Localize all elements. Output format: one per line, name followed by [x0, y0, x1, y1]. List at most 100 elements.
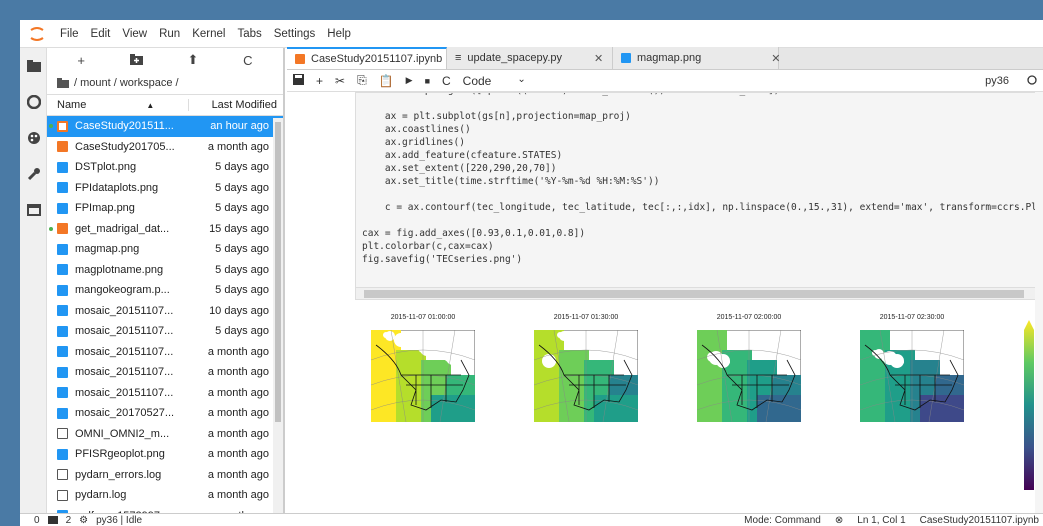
file-name: mosaic_20151107... — [75, 325, 174, 338]
cell-output: 2015-11-07 01:00:00 2015-11-07 01:30:00 20… — [347, 310, 1043, 510]
tec-map-plot — [697, 330, 801, 422]
terminals-count[interactable]: 0 — [34, 515, 40, 526]
file-modified: a month ago — [207, 140, 269, 153]
file-list-scrollbar[interactable] — [273, 118, 283, 513]
upload-button[interactable]: ⬆ — [188, 52, 199, 68]
file-item[interactable]: mosaic_20151107... a month ago — [47, 342, 283, 363]
file-browser-toolbar: + ⬆ C — [47, 48, 283, 72]
file-item[interactable]: mosaic_20151107... a month ago — [47, 362, 283, 383]
restart-icon[interactable]: C — [442, 74, 451, 88]
close-icon[interactable]: ✕ — [594, 52, 603, 65]
folder-icon[interactable] — [20, 48, 47, 84]
file-item[interactable]: mosaic_20151107... 5 days ago — [47, 321, 283, 342]
file-item[interactable]: pydarn_errors.log a month ago — [47, 465, 283, 486]
notebook-icon — [57, 223, 68, 235]
copy-icon[interactable]: ⎘ — [357, 73, 367, 88]
file-modified: 5 days ago — [215, 263, 269, 276]
refresh-button[interactable]: C — [243, 53, 252, 68]
palette-icon[interactable] — [20, 120, 47, 156]
new-folder-button[interactable] — [129, 53, 143, 68]
image-icon — [57, 264, 68, 276]
file-item[interactable]: magmap.png 5 days ago — [47, 239, 283, 260]
running-icon[interactable] — [20, 84, 47, 120]
code-line: ax.gridlines() — [362, 137, 465, 148]
file-item[interactable]: CaseStudy201511... an hour ago — [47, 116, 283, 137]
tabs-icon[interactable] — [20, 192, 47, 228]
text-file-icon — [57, 428, 68, 440]
menu-settings[interactable]: Settings — [268, 28, 322, 40]
folder-icon[interactable] — [57, 78, 69, 88]
notebook-scrollbar[interactable] — [1035, 92, 1043, 513]
file-modified: 5 days ago — [215, 284, 269, 297]
file-item[interactable]: radfovs_1572997...a month ago — [47, 506, 283, 513]
cursor-position[interactable]: Ln 1, Col 1 — [857, 515, 905, 526]
image-icon — [57, 346, 68, 358]
stop-icon[interactable]: ■ — [425, 76, 430, 86]
file-modified: a month ago — [207, 407, 269, 420]
file-item[interactable]: get_madrigal_dat... 15 days ago — [47, 219, 283, 240]
file-item[interactable]: mangokeogram.p... 5 days ago — [47, 280, 283, 301]
new-launcher-button[interactable]: + — [77, 53, 85, 68]
menu-edit[interactable]: Edit — [85, 28, 117, 40]
file-name: magplotname.png — [75, 263, 164, 276]
insert-cell-button[interactable]: + — [316, 74, 323, 88]
menu-view[interactable]: View — [116, 28, 153, 40]
menu-help[interactable]: Help — [321, 28, 357, 40]
image-icon — [57, 243, 68, 255]
bug-icon[interactable]: ⊗ — [835, 515, 843, 526]
menu-run[interactable]: Run — [153, 28, 186, 40]
menu-tabs[interactable]: Tabs — [231, 28, 267, 40]
file-name: pydarn.log — [75, 489, 127, 502]
file-item[interactable]: mosaic_20170527... a month ago — [47, 403, 283, 424]
file-modified: a month ago — [207, 345, 269, 358]
breadcrumb-path[interactable]: / mount / workspace / — [74, 77, 179, 89]
file-name: FPImap.png — [75, 202, 135, 215]
cut-icon[interactable]: ✂ — [335, 74, 345, 88]
code-line: ax.set_title(time.strftime('%Y-%m-%d %H:… — [362, 176, 660, 187]
menu-kernel[interactable]: Kernel — [186, 28, 231, 40]
paste-icon[interactable]: 📋 — [379, 74, 394, 88]
column-name-header[interactable]: Name ▲ — [57, 99, 188, 111]
tab-casestudy-notebook[interactable]: CaseStudy20151107.ipynb ✕ — [287, 47, 466, 69]
tab-update-spacepy[interactable]: ≡ update_spacepy.py ✕ — [447, 47, 613, 69]
cell-type-select[interactable]: Code ⌄ — [463, 74, 526, 88]
file-item[interactable]: magplotname.png 5 days ago — [47, 260, 283, 281]
status-bar: 0 2 ⚙ py36 | Idle Mode: Command ⊗ Ln 1, … — [20, 513, 1043, 526]
file-item[interactable]: DSTplot.png 5 days ago — [47, 157, 283, 178]
kernel-name[interactable]: py36 — [985, 75, 1015, 87]
image-icon — [57, 202, 68, 214]
file-item[interactable]: OMNI_OMNI2_m... a month ago — [47, 424, 283, 445]
run-icon[interactable]: ▶ — [406, 75, 413, 86]
menu-file[interactable]: File — [54, 28, 85, 40]
file-item[interactable]: pydarn.log a month ago — [47, 485, 283, 506]
file-modified: a month ago — [207, 468, 269, 481]
document-tabs: CaseStudy20151107.ipynb ✕ ≡ update_space… — [287, 47, 1043, 70]
file-item[interactable]: mosaic_20151107... a month ago — [47, 383, 283, 404]
file-modified: 5 days ago — [215, 181, 269, 194]
tab-label: CaseStudy20151107.ipynb — [311, 53, 443, 65]
kernels-count[interactable]: 2 — [66, 515, 72, 526]
kernel-status[interactable]: py36 | Idle — [96, 515, 142, 526]
file-modified: a month ago — [207, 427, 269, 440]
file-name: pydarn_errors.log — [75, 468, 162, 481]
save-icon[interactable] — [293, 73, 304, 88]
running-indicator — [49, 124, 53, 128]
file-name: mosaic_20151107... — [75, 345, 174, 358]
file-item[interactable]: mosaic_20151107... 10 days ago — [47, 301, 283, 322]
tab-magmap[interactable]: magmap.png ✕ — [613, 47, 780, 69]
file-name: mosaic_20151107... — [75, 366, 174, 379]
jupyter-logo-icon — [20, 20, 54, 48]
code-cell[interactable]: idx = np.argmin([np.abs((t-time).total_s… — [355, 92, 1043, 300]
file-item[interactable]: CaseStudy201705... a month ago — [47, 137, 283, 158]
wrench-icon[interactable] — [20, 156, 47, 192]
notebook-toolbar: + ✂ ⎘ 📋 ▶ ■ C Code ⌄ py36 — [287, 70, 1043, 92]
file-item[interactable]: PFISRgeoplot.png a month ago — [47, 444, 283, 465]
close-icon[interactable]: ✕ — [771, 52, 780, 65]
breadcrumb: / mount / workspace / — [47, 72, 283, 94]
column-modified-header[interactable]: Last Modified — [188, 99, 283, 111]
notebook-area: idx = np.argmin([np.abs((t-time).total_s… — [287, 92, 1043, 513]
file-item[interactable]: FPIdataplots.png 5 days ago — [47, 178, 283, 199]
code-horizontal-scrollbar[interactable] — [356, 287, 1043, 299]
file-item[interactable]: FPImap.png 5 days ago — [47, 198, 283, 219]
code-line: plt.colorbar(c,cax=cax) — [362, 241, 494, 252]
